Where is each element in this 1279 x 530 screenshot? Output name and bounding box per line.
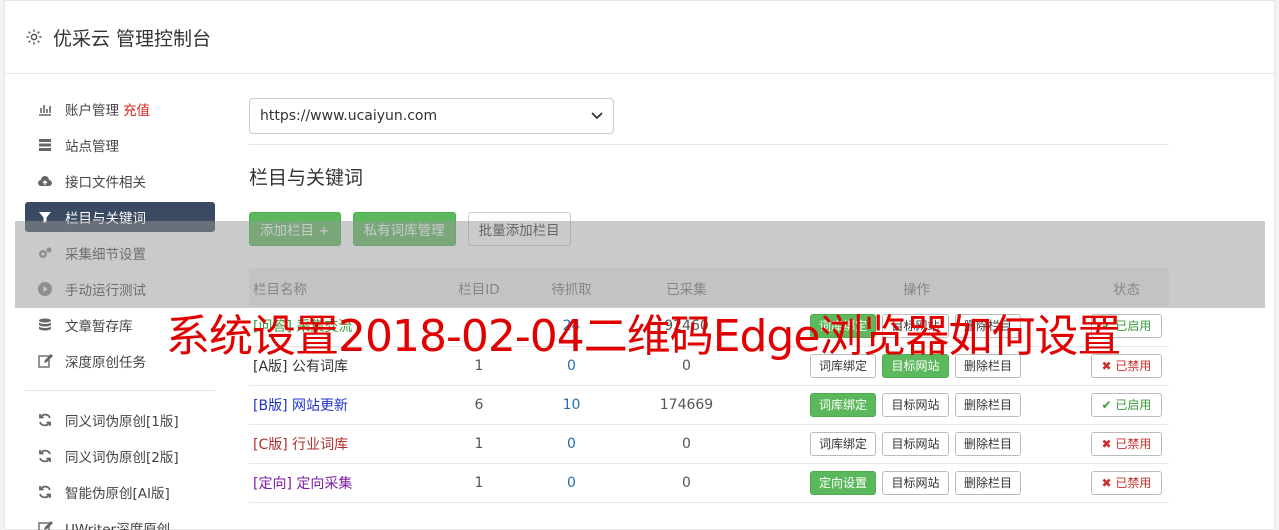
column-name[interactable]: [B版] 网站更新 [249,385,439,424]
chevron-down-icon [591,112,603,120]
status-badge[interactable]: ✖ 已禁用 [1090,470,1163,495]
status-badge[interactable]: ✖ 已禁用 [1090,431,1163,456]
column-id: 1 [474,435,484,452]
table-row: [定向] 定向采集 1 0 0 定向设置 目标网站 删除栏目 ✖ 已禁用 [249,463,1169,502]
pending-count[interactable]: 10 [519,385,624,424]
sidebar-item-label: 智能伪原创[AI版] [65,486,170,502]
collected-count: 0 [682,435,691,452]
sidebar-item-synonym-v1[interactable]: 同义词伪原创[1版] [25,405,215,435]
sidebar-item-sites[interactable]: 站点管理 [25,130,215,160]
sidebar-item-account[interactable]: 账户管理 充值 [25,94,215,124]
site-select-value: https://www.ucaiyun.com [260,108,438,124]
delete-column-button[interactable]: 删除栏目 [954,392,1021,417]
overlay-caption: 系统设置2018-02-04二维码Edge浏览器如何设置 [166,311,1121,362]
status-badge[interactable]: ✔ 已启用 [1090,392,1163,417]
sidebar-divider [25,390,215,391]
sidebar-item-label: 文章暂存库 [65,319,133,335]
database-icon [39,318,51,331]
target-site-button[interactable]: 目标网站 [882,392,949,417]
column-id: 1 [474,474,484,491]
sidebar-item-label: UWriter深度原创 [65,522,171,530]
dict-bind-button[interactable]: 词库绑定 [810,392,877,417]
gear-icon [26,29,42,45]
sidebar-item-label: 接口文件相关 [65,175,146,191]
refresh-icon [39,485,51,499]
sidebar-item-interface[interactable]: 接口文件相关 [25,166,215,196]
sidebar-item-label: 账户管理 [65,103,119,119]
pending-count[interactable]: 0 [519,463,624,502]
dict-bind-button[interactable]: 词库绑定 [810,431,877,456]
overlay-band [15,221,1265,308]
page-title: 优采云 管理控制台 [53,27,212,50]
column-name[interactable]: [C版] 行业词库 [249,424,439,463]
table-row: [C版] 行业词库 1 0 0 词库绑定 目标网站 删除栏目 ✖ 已禁用 [249,424,1169,463]
refresh-icon [39,413,51,427]
sidebar-item-label: 深度原创任务 [65,355,146,371]
bar-chart-icon [39,105,51,116]
table-row: [B版] 网站更新 6 10 174669 词库绑定 目标网站 删除栏目 ✔ 已… [249,385,1169,424]
column-id: 6 [474,396,484,413]
sidebar-item-synonym-v2[interactable]: 同义词伪原创[2版] [25,441,215,471]
edit-icon [38,354,53,368]
collected-count: 0 [682,474,691,491]
targeted-settings-button[interactable]: 定向设置 [810,470,877,495]
divider [249,144,1169,145]
edit-icon [38,521,53,530]
delete-column-button[interactable]: 删除栏目 [954,470,1021,495]
sidebar-item-uwriter[interactable]: UWriter深度原创 [25,513,215,530]
top-bar: 优采云 管理控制台 [5,1,1274,74]
collected-count: 174669 [659,396,714,413]
target-site-button[interactable]: 目标网站 [882,431,949,456]
section-title: 栏目与关键词 [249,167,364,189]
target-site-button[interactable]: 目标网站 [882,470,949,495]
delete-column-button[interactable]: 删除栏目 [954,431,1021,456]
cloud-upload-icon [38,176,52,186]
sidebar-item-ai-rewrite[interactable]: 智能伪原创[AI版] [25,477,215,507]
recharge-link[interactable]: 充值 [123,99,150,119]
sidebar-item-label: 同义词伪原创[2版] [65,450,179,466]
sidebar-item-label: 站点管理 [65,139,119,155]
server-icon [39,139,51,151]
sidebar-item-label: 同义词伪原创[1版] [65,414,179,430]
column-name[interactable]: [定向] 定向采集 [249,463,439,502]
refresh-icon [39,449,51,463]
site-select[interactable]: https://www.ucaiyun.com [249,98,614,134]
pending-count[interactable]: 0 [519,424,624,463]
